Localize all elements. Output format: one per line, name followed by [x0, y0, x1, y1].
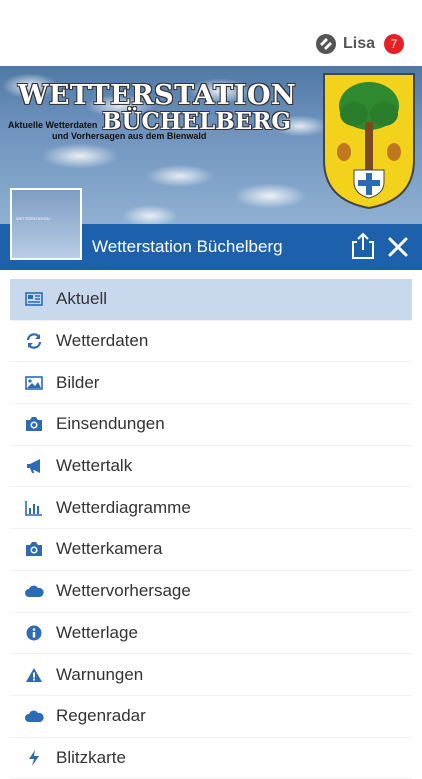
top-bar: Lisa 7 — [0, 0, 422, 66]
refresh-icon — [24, 331, 44, 351]
user-name[interactable]: Lisa — [343, 35, 375, 53]
menu-item-label: Wetterlage — [56, 622, 138, 642]
page-title: Wetterstation Büchelberg — [92, 237, 283, 256]
menu-item-blitzkarte[interactable]: Blitzkarte — [10, 737, 412, 779]
menu-item-wettervorhersage[interactable]: Wettervorhersage — [10, 570, 412, 613]
menu-item-aktuell[interactable]: Aktuell — [10, 279, 412, 321]
share-icon[interactable] — [350, 232, 376, 260]
menu-item-label: Wetterkamera — [56, 539, 163, 559]
menu-item-label: Regenradar — [56, 706, 146, 726]
menu-item-wetterdaten[interactable]: Wetterdaten — [10, 320, 412, 363]
menu-item-label: Blitzkarte — [56, 747, 126, 767]
nav-menu: Aktuell Wetterdaten Bilder Einsendungen … — [10, 279, 412, 779]
thumbnail-caption: WETTERSTATION — [16, 216, 50, 221]
station-thumbnail: WETTERSTATION — [10, 188, 82, 260]
menu-item-label: Wetterdiagramme — [56, 497, 191, 517]
menu-item-label: Einsendungen — [56, 414, 165, 434]
cloud-icon — [24, 706, 44, 726]
cloud-icon — [24, 581, 44, 601]
notification-badge[interactable]: 7 — [384, 34, 404, 54]
banner-title: WETTERSTATION — [18, 80, 297, 111]
image-icon — [24, 373, 44, 393]
menu-item-einsendungen[interactable]: Einsendungen — [10, 404, 412, 446]
menu-item-wetterkamera[interactable]: Wetterkamera — [10, 529, 412, 571]
warning-icon — [24, 665, 44, 685]
menu-item-warnungen[interactable]: Warnungen — [10, 654, 412, 696]
camera-icon — [24, 539, 44, 559]
menu-item-label: Warnungen — [56, 664, 144, 684]
coat-of-arms-icon — [323, 73, 415, 210]
menu-item-wettertalk[interactable]: Wettertalk — [10, 445, 412, 488]
menu-item-label: Wettertalk — [56, 456, 133, 476]
menu-item-wetterlage[interactable]: Wetterlage — [10, 612, 412, 655]
menu-item-label: Wetterdaten — [56, 331, 149, 351]
megaphone-icon — [24, 456, 44, 476]
user-logo-icon — [315, 34, 336, 54]
menu-item-label: Aktuell — [56, 289, 108, 309]
banner-subtitle-2: und Vorhersagen aus dem Bienwald — [52, 131, 207, 141]
info-icon — [24, 623, 44, 643]
newspaper-icon — [24, 289, 44, 309]
menu-item-bilder[interactable]: Bilder — [10, 362, 412, 405]
menu-item-regenradar[interactable]: Regenradar — [10, 695, 412, 738]
user-menu[interactable]: Lisa 7 — [315, 33, 404, 55]
banner-subtitle-1: Aktuelle Wetterdaten — [8, 120, 98, 130]
menu-item-label: Wettervorhersage — [56, 581, 191, 601]
bar-chart-icon — [24, 498, 44, 518]
camera-icon — [24, 414, 44, 434]
menu-item-label: Bilder — [56, 372, 100, 392]
lightning-icon — [24, 748, 44, 768]
menu-item-wetterdiagramme[interactable]: Wetterdiagramme — [10, 487, 412, 530]
close-icon[interactable] — [386, 235, 410, 259]
